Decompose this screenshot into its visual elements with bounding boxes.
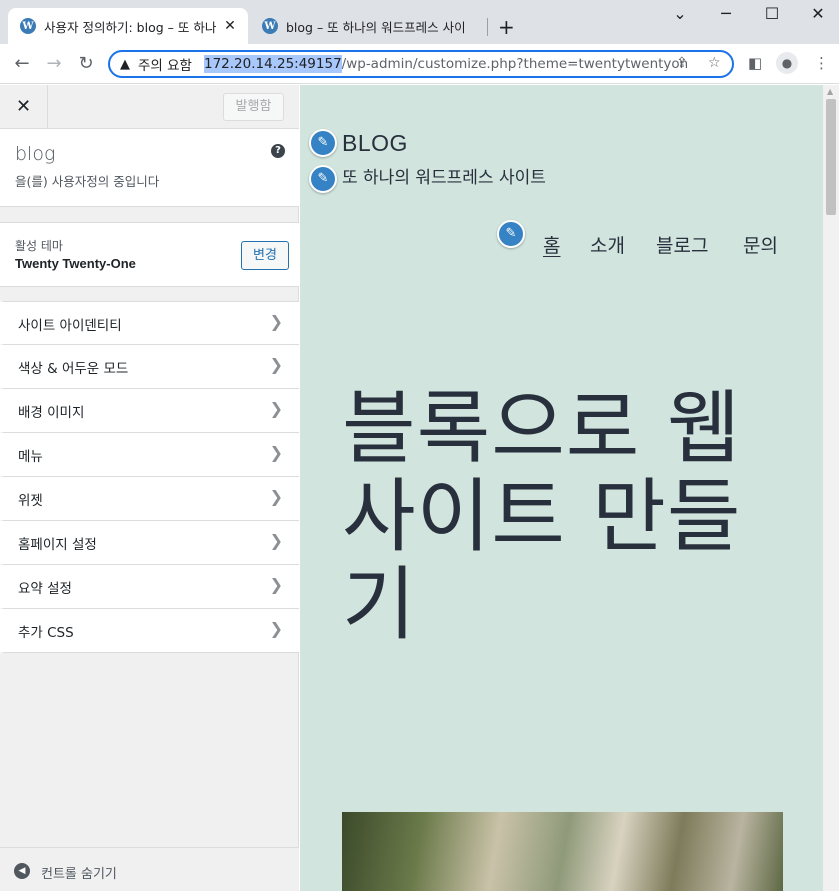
preview-scrollbar[interactable]: ▲ <box>823 85 839 891</box>
section-colors-dark-mode[interactable]: 색상 & 어두운 모드 ❯ <box>0 345 299 389</box>
publish-button[interactable]: 발행함 <box>223 93 284 121</box>
section-widgets[interactable]: 위젯 ❯ <box>0 477 299 521</box>
preview-nav-about[interactable]: 소개 <box>590 231 625 258</box>
chevron-right-icon: ❯ <box>269 312 283 331</box>
preview-hero-image <box>342 812 783 891</box>
section-label: 요약 설정 <box>18 581 72 597</box>
close-icon[interactable]: ✕ <box>222 18 238 34</box>
tab-divider <box>487 18 488 36</box>
star-icon[interactable]: ☆ <box>708 55 721 71</box>
collapse-arrow-icon: ◀ <box>14 863 30 879</box>
collapse-sidebar-button[interactable]: ◀ 컨트롤 숨기기 <box>0 847 299 891</box>
wordpress-icon: W <box>262 18 278 34</box>
section-menus[interactable]: 메뉴 ❯ <box>0 433 299 477</box>
window-close-button[interactable]: ✕ <box>798 4 838 23</box>
chevron-right-icon: ❯ <box>269 399 283 418</box>
chevron-right-icon: ❯ <box>269 531 283 550</box>
chevron-right-icon: ❯ <box>269 575 283 594</box>
site-name: blog <box>15 143 56 165</box>
chevron-right-icon: ❯ <box>269 619 283 638</box>
section-background-image[interactable]: 배경 이미지 ❯ <box>0 389 299 433</box>
tab-blog[interactable]: W blog – 또 하나의 워드프레스 사이 <box>250 8 486 44</box>
share-icon[interactable]: ⇪ <box>676 55 688 71</box>
section-excerpt-settings[interactable]: 요약 설정 ❯ <box>0 565 299 609</box>
more-menu-icon[interactable]: ⋮ <box>814 54 829 72</box>
chevron-right-icon: ❯ <box>269 443 283 462</box>
security-warning[interactable]: 주의 요함 <box>138 54 192 74</box>
section-label: 위젯 <box>18 493 43 509</box>
preview-site-title[interactable]: BLOG <box>342 130 408 157</box>
browser-tab-bar: W 사용자 정의하기: blog – 또 하나의 ✕ W blog – 또 하나… <box>0 0 839 44</box>
scrollbar-thumb[interactable] <box>826 99 836 215</box>
section-homepage-settings[interactable]: 홈페이지 설정 ❯ <box>0 521 299 565</box>
url-path: /wp-admin/customize.php?theme=twentytwen… <box>341 56 689 72</box>
customizer-sections: 사이트 아이덴티티 ❯ 색상 & 어두운 모드 ❯ 배경 이미지 ❯ 메뉴 ❯ … <box>0 301 299 653</box>
collapse-label: 컨트롤 숨기기 <box>41 867 117 882</box>
section-label: 추가 CSS <box>18 625 74 641</box>
customizing-text: 을(를) 사용자정의 중입니다 <box>15 174 160 189</box>
theme-name: Twenty Twenty-One <box>15 256 136 271</box>
minimize-button[interactable]: ─ <box>706 4 746 23</box>
chevron-down-icon[interactable]: ⌄ <box>660 4 700 23</box>
tab-title: 사용자 정의하기: blog – 또 하나의 <box>44 19 216 35</box>
close-customizer-button[interactable]: ✕ <box>0 85 48 128</box>
forward-button[interactable]: → <box>40 50 68 78</box>
tab-customizer[interactable]: W 사용자 정의하기: blog – 또 하나의 ✕ <box>8 8 248 44</box>
browser-toolbar: ← → ↻ ▲ 주의 요함 172.20.14.25:49157 /wp-adm… <box>0 44 839 84</box>
profile-icon[interactable]: ● <box>776 52 798 74</box>
side-panel-icon[interactable]: ◧ <box>748 54 762 72</box>
edit-title-pencil-icon[interactable]: ✎ <box>309 129 337 157</box>
section-site-identity[interactable]: 사이트 아이덴티티 ❯ <box>0 301 299 345</box>
section-label: 메뉴 <box>18 449 43 465</box>
preview-hero-heading: 블록으로 웹사이트 만들기 <box>342 382 742 651</box>
tab-title: blog – 또 하나의 워드프레스 사이 <box>286 19 466 35</box>
site-preview: ✎ BLOG ✎ 또 하나의 워드프레스 사이트 ✎ 홈 소개 블로그 문의 블… <box>300 85 823 891</box>
new-tab-button[interactable]: + <box>498 15 515 39</box>
back-button[interactable]: ← <box>8 50 36 78</box>
customizer-info: blog 을(를) 사용자정의 중입니다 ? <box>0 129 299 207</box>
preview-tagline: 또 하나의 워드프레스 사이트 <box>342 168 546 188</box>
address-bar[interactable]: ▲ 주의 요함 172.20.14.25:49157 /wp-admin/cus… <box>108 50 734 78</box>
edit-tagline-pencil-icon[interactable]: ✎ <box>309 165 337 193</box>
section-additional-css[interactable]: 추가 CSS ❯ <box>0 609 299 653</box>
active-theme-label: 활성 테마 <box>15 239 63 253</box>
maximize-button[interactable]: ☐ <box>752 4 792 23</box>
section-label: 홈페이지 설정 <box>18 537 97 553</box>
chevron-right-icon: ❯ <box>269 487 283 506</box>
section-label: 배경 이미지 <box>18 405 85 421</box>
preview-nav-blog[interactable]: 블로그 <box>656 231 708 258</box>
customizer-sidebar: ✕ 발행함 blog 을(를) 사용자정의 중입니다 ? 활성 테마 Twent… <box>0 85 299 891</box>
wordpress-icon: W <box>20 18 36 34</box>
active-theme-panel: 활성 테마 Twenty Twenty-One 변경 <box>0 222 299 287</box>
preview-nav-contact[interactable]: 문의 <box>743 231 778 258</box>
chevron-right-icon: ❯ <box>269 355 283 374</box>
customizer-header: ✕ 발행함 <box>0 85 299 129</box>
section-label: 색상 & 어두운 모드 <box>18 361 129 377</box>
reload-button[interactable]: ↻ <box>72 50 100 78</box>
warning-icon[interactable]: ▲ <box>120 57 130 72</box>
preview-nav-home[interactable]: 홈 <box>543 231 560 258</box>
change-theme-button[interactable]: 변경 <box>241 241 289 270</box>
section-label: 사이트 아이덴티티 <box>18 318 122 334</box>
scroll-up-icon[interactable]: ▲ <box>827 87 833 96</box>
edit-menu-pencil-icon[interactable]: ✎ <box>497 220 525 248</box>
url-host: 172.20.14.25:49157 <box>203 55 342 73</box>
help-icon[interactable]: ? <box>271 144 285 158</box>
